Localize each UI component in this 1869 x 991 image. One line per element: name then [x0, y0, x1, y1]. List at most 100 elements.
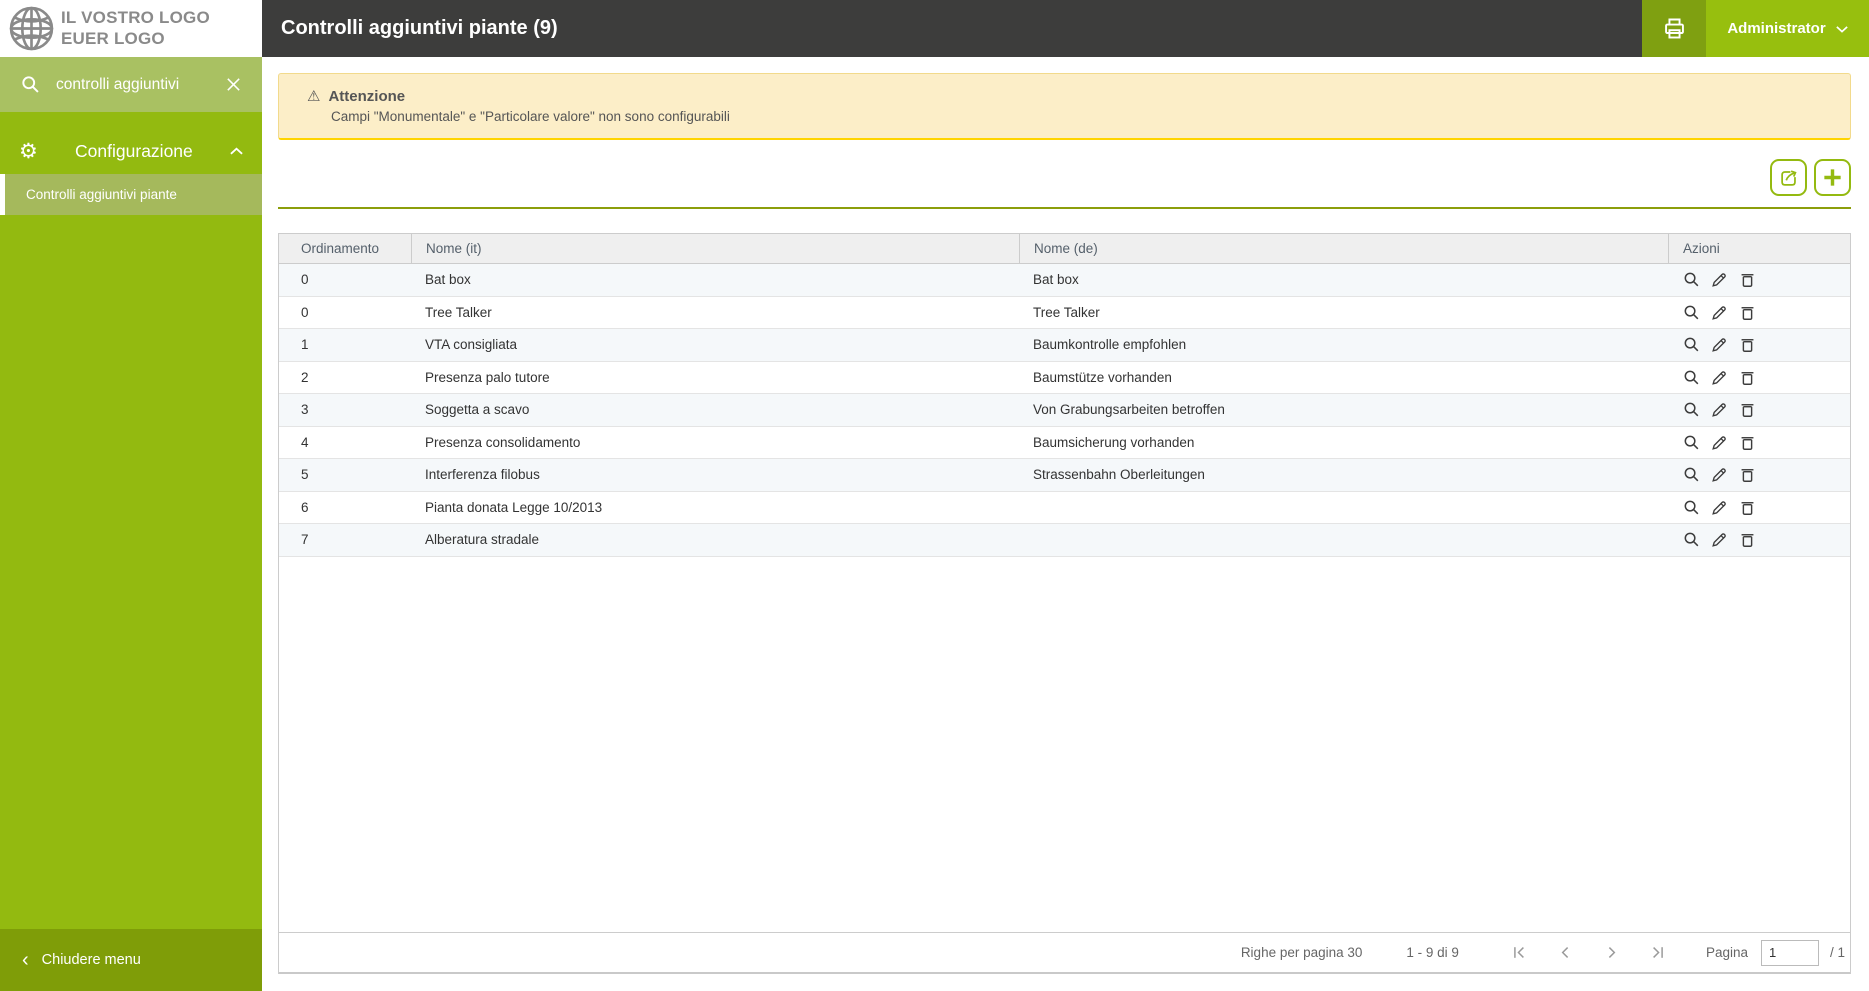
cell-nome-it: Presenza consolidamento [425, 434, 581, 450]
cell-nome-de [1019, 492, 1668, 524]
plus-icon [1821, 166, 1844, 189]
cell-ordinamento: 6 [301, 499, 309, 515]
edit-icon[interactable] [1710, 303, 1729, 322]
view-icon[interactable] [1682, 465, 1701, 484]
search-input[interactable]: controlli aggiuntivi [56, 76, 210, 94]
cell-nome-it: Soggetta a scavo [425, 402, 530, 418]
toolbar [278, 159, 1851, 196]
table-row: 0 Bat box Bat box [279, 264, 1850, 297]
edit-icon[interactable] [1710, 368, 1729, 387]
delete-icon[interactable] [1738, 433, 1757, 452]
chevron-down-icon [1835, 25, 1848, 33]
first-page-icon[interactable] [1511, 944, 1528, 961]
logo-line2: EUER LOGO [61, 28, 165, 48]
sidebar-section-configurazione[interactable]: ⚙ Configurazione [0, 128, 262, 174]
warning-banner: ⚠ Attenzione Campi "Monumentale" e "Part… [278, 73, 1851, 140]
printer-icon [1661, 15, 1688, 42]
sidebar-section-label: Configurazione [75, 140, 193, 161]
sidebar-item-controlli-aggiuntivi-piante[interactable]: Controlli aggiuntivi piante [0, 174, 262, 215]
edit-icon[interactable] [1710, 465, 1729, 484]
cell-nome-it: Pianta donata Legge 10/2013 [425, 499, 603, 515]
warning-title: Attenzione [328, 87, 406, 105]
warning-title-row: ⚠ Attenzione [307, 87, 1822, 106]
cell-azioni [1668, 459, 1850, 491]
edit-icon[interactable] [1710, 498, 1729, 517]
table-empty-space [279, 557, 1850, 933]
cell-nome-de: Von Grabungsarbeiten betroffen [1033, 402, 1225, 418]
topbar: Controlli aggiuntivi piante (9) Administ… [262, 0, 1869, 57]
clear-search-icon[interactable] [225, 76, 242, 93]
delete-icon[interactable] [1738, 400, 1757, 419]
cell-nome-it: Bat box [425, 272, 471, 288]
edit-icon[interactable] [1710, 530, 1729, 549]
sidebar-item-label: Controlli aggiuntivi piante [26, 187, 177, 202]
view-icon[interactable] [1682, 303, 1701, 322]
chevron-up-icon [230, 146, 243, 156]
close-menu-button[interactable]: ‹ Chiudere menu [0, 929, 262, 991]
cell-nome-it: Alberatura stradale [425, 532, 540, 548]
delete-icon[interactable] [1738, 368, 1757, 387]
edit-icon[interactable] [1710, 400, 1729, 419]
column-header-nome-de: Nome (de) [1019, 234, 1668, 263]
view-icon[interactable] [1682, 400, 1701, 419]
content-divider [278, 207, 1851, 209]
table-row: 0 Tree Talker Tree Talker [279, 297, 1850, 329]
table-row: 6 Pianta donata Legge 10/2013 [279, 492, 1850, 524]
cell-azioni [1668, 362, 1850, 394]
cell-nome-de: Baumsicherung vorhanden [1033, 434, 1195, 450]
cell-ordinamento: 2 [301, 369, 309, 385]
delete-icon[interactable] [1738, 270, 1757, 289]
logo-line1: IL VOSTRO LOGO [61, 8, 210, 28]
pager-nav [1511, 944, 1666, 961]
cell-nome-it: Interferenza filobus [425, 467, 540, 483]
add-button[interactable] [1814, 159, 1851, 196]
page: IL VOSTRO LOGO EUER LOGO controlli aggiu… [0, 0, 1869, 991]
cell-azioni [1668, 492, 1850, 524]
user-menu-button[interactable]: Administrator [1706, 0, 1869, 57]
chevron-left-icon: ‹ [22, 949, 29, 971]
view-icon[interactable] [1682, 335, 1701, 354]
cell-nome-de [1019, 524, 1668, 556]
content: ⚠ Attenzione Campi "Monumentale" e "Part… [262, 57, 1869, 991]
view-icon[interactable] [1682, 270, 1701, 289]
delete-icon[interactable] [1738, 498, 1757, 517]
table-body: 0 Bat box Bat box 0 Tree Talker Tree Tal… [279, 264, 1850, 557]
delete-icon[interactable] [1738, 303, 1757, 322]
edit-icon[interactable] [1710, 270, 1729, 289]
search-icon [20, 74, 41, 95]
cell-nome-de: Baumstütze vorhanden [1033, 369, 1172, 385]
cell-nome-de: Strassenbahn Oberleitungen [1033, 467, 1205, 483]
view-icon[interactable] [1682, 530, 1701, 549]
delete-icon[interactable] [1738, 530, 1757, 549]
sidebar: IL VOSTRO LOGO EUER LOGO controlli aggiu… [0, 0, 262, 991]
table-row: 7 Alberatura stradale [279, 524, 1850, 557]
cell-azioni [1668, 394, 1850, 426]
sidebar-search[interactable]: controlli aggiuntivi [0, 57, 262, 112]
cell-nome-it: Tree Talker [425, 304, 492, 320]
prev-page-icon[interactable] [1557, 944, 1574, 961]
print-button[interactable] [1642, 0, 1706, 57]
globe-logo-icon [7, 4, 56, 53]
delete-icon[interactable] [1738, 465, 1757, 484]
warning-icon: ⚠ [307, 88, 321, 105]
view-icon[interactable] [1682, 433, 1701, 452]
cell-ordinamento: 7 [301, 532, 309, 548]
table-footer: Righe per pagina 30 1 - 9 di 9 Pagina 1 … [279, 932, 1850, 974]
cell-azioni [1668, 329, 1850, 361]
table-row: 4 Presenza consolidamento Baumsicherung … [279, 427, 1850, 459]
cell-nome-de: Baumkontrolle empfohlen [1033, 337, 1187, 353]
next-page-icon[interactable] [1603, 944, 1620, 961]
delete-icon[interactable] [1738, 335, 1757, 354]
view-icon[interactable] [1682, 368, 1701, 387]
cell-nome-de: Tree Talker [1033, 304, 1100, 320]
view-icon[interactable] [1682, 498, 1701, 517]
gear-icon: ⚙ [19, 139, 38, 163]
edit-icon[interactable] [1710, 433, 1729, 452]
edit-icon[interactable] [1710, 335, 1729, 354]
last-page-icon[interactable] [1649, 944, 1666, 961]
page-number-input[interactable] [1760, 939, 1819, 966]
column-header-ordinamento: Ordinamento [301, 241, 380, 256]
logo-area: IL VOSTRO LOGO EUER LOGO [0, 0, 262, 57]
export-button[interactable] [1770, 159, 1807, 196]
